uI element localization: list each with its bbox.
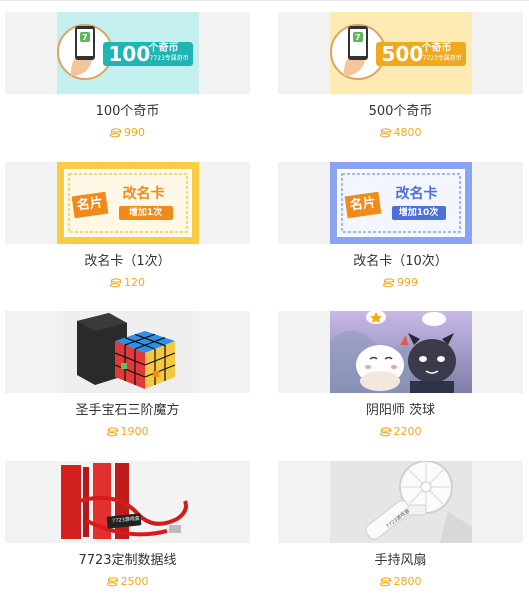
product-thumbnail-area: 7723游戏盒 [278, 461, 523, 543]
product-title[interactable]: 改名卡（10次） [278, 254, 523, 270]
price-value: 2500 [121, 575, 149, 589]
product-card-rubik-cube[interactable]: 圣手宝石三阶魔方 1900 [5, 311, 250, 461]
product-price: 4800 [278, 126, 523, 140]
card-title: 改名卡 [396, 186, 438, 203]
product-thumbnail-area: 7 500 个奇币 7723专属奇币 [278, 12, 523, 94]
product-price: 2800 [278, 575, 523, 589]
banner-unit: 个奇币 [149, 43, 179, 55]
svg-text:7: 7 [82, 33, 88, 42]
product-card-500-coins[interactable]: 7 500 个奇币 7723专属奇币 500个奇币 4800 [278, 12, 523, 162]
product-image[interactable] [330, 311, 472, 393]
price-value: 990 [124, 126, 145, 140]
price-value: 2800 [394, 575, 422, 589]
coin-stack-icon [380, 128, 391, 138]
product-image[interactable]: 名片 改名卡 增加10次 [330, 162, 472, 244]
product-card-handheld-fan[interactable]: 7723游戏盒 手持风扇 2800 [278, 461, 523, 610]
banner-subtitle: 7723专属奇币 [423, 55, 462, 63]
product-title[interactable]: 圣手宝石三阶魔方 [5, 403, 250, 419]
product-title[interactable]: 100个奇币 [5, 104, 250, 120]
coin-stack-icon [380, 577, 391, 587]
coin-stack-icon [110, 278, 121, 288]
card-tag: 名片 [349, 195, 377, 214]
product-card-rename-10[interactable]: 名片 改名卡 增加10次 改名卡（10次） 999 [278, 162, 523, 312]
banner-unit: 个奇币 [422, 43, 452, 55]
product-price: 2500 [5, 575, 250, 589]
product-thumbnail-area: 7723游戏盒 [5, 461, 250, 543]
product-title[interactable]: 7723定制数据线 [5, 553, 250, 569]
product-price: 999 [278, 276, 523, 290]
product-card-rename-1[interactable]: 名片 改名卡 增加1次 改名卡（1次） 120 [5, 162, 250, 312]
svg-text:7: 7 [355, 33, 361, 42]
banner-amount: 100 [109, 42, 151, 66]
banner-subtitle: 7723专属奇币 [150, 55, 189, 63]
product-card-100-coins[interactable]: 7 100 个奇币 7723专属奇币 100个奇币 990 [5, 12, 250, 162]
price-value: 2200 [394, 425, 422, 439]
product-card-plush-figures[interactable]: 阴阳师 茨球 2200 [278, 311, 523, 461]
product-price: 120 [5, 276, 250, 290]
product-title[interactable]: 阴阳师 茨球 [278, 403, 523, 419]
product-title[interactable]: 改名卡（1次） [5, 254, 250, 270]
card-subtitle: 增加10次 [394, 207, 444, 219]
price-value: 120 [124, 276, 145, 290]
product-card-data-cable[interactable]: 7723游戏盒 7723定制数据线 2500 [5, 461, 250, 610]
coin-stack-icon [383, 278, 394, 288]
price-value: 4800 [394, 126, 422, 140]
product-image[interactable]: 7723游戏盒 [57, 461, 199, 543]
coin-stack-icon [107, 427, 118, 437]
coin-stack-icon [110, 128, 121, 138]
product-image[interactable]: 名片 改名卡 增加1次 [57, 162, 199, 244]
product-image[interactable]: 7 100 个奇币 7723专属奇币 [57, 12, 199, 94]
product-image[interactable]: 7723游戏盒 [330, 461, 472, 543]
product-thumbnail-area: 7 100 个奇币 7723专属奇币 [5, 12, 250, 94]
top-divider [0, 0, 529, 1]
product-thumbnail-area [278, 311, 523, 393]
product-price: 990 [5, 126, 250, 140]
product-price: 2200 [278, 425, 523, 439]
card-tag: 名片 [76, 195, 104, 214]
product-thumbnail-area [5, 311, 250, 393]
price-value: 1900 [121, 425, 149, 439]
price-value: 999 [397, 276, 418, 290]
product-thumbnail-area: 名片 改名卡 增加10次 [278, 162, 523, 244]
product-thumbnail-area: 名片 改名卡 增加1次 [5, 162, 250, 244]
product-title[interactable]: 500个奇币 [278, 104, 523, 120]
banner-amount: 500 [382, 42, 424, 66]
product-title[interactable]: 手持风扇 [278, 553, 523, 569]
product-price: 1900 [5, 425, 250, 439]
coin-stack-icon [107, 577, 118, 587]
coin-stack-icon [380, 427, 391, 437]
card-title: 改名卡 [123, 186, 165, 203]
product-image[interactable] [57, 311, 199, 393]
card-subtitle: 增加1次 [121, 207, 171, 219]
product-image[interactable]: 7 500 个奇币 7723专属奇币 [330, 12, 472, 94]
product-grid: 7 100 个奇币 7723专属奇币 100个奇币 990 [5, 12, 523, 610]
